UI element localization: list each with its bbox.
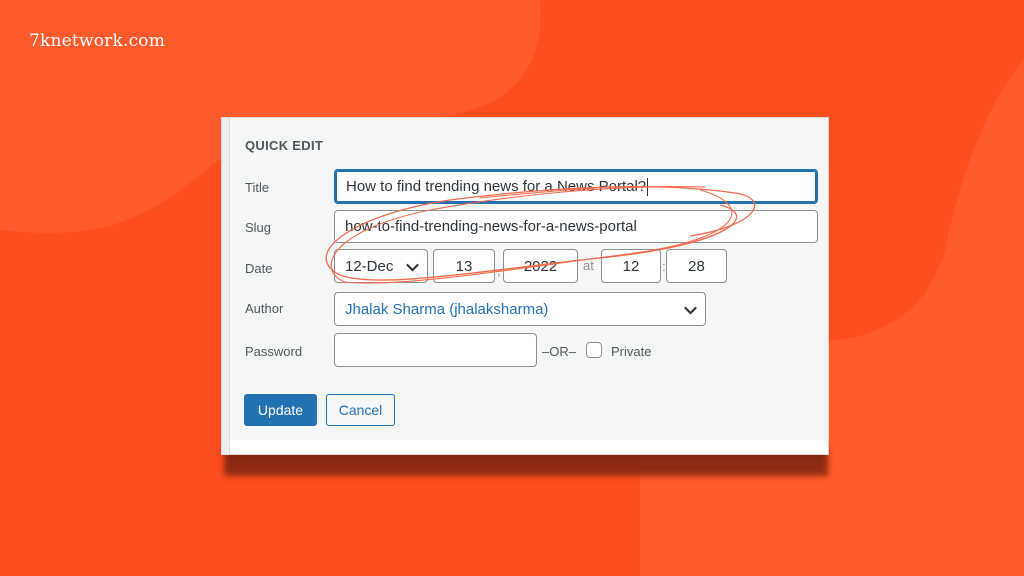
update-button[interactable]: Update — [244, 394, 317, 426]
author-label: Author — [245, 301, 284, 316]
password-input[interactable] — [334, 333, 537, 367]
author-select[interactable]: Jhalak Sharma (jhalaksharma) — [334, 292, 706, 326]
quick-edit-panel: QUICK EDIT Title How to find trending ne… — [221, 117, 829, 455]
month-value: 12-Dec — [345, 257, 394, 275]
private-label: Private — [611, 344, 652, 359]
day-separator: , — [497, 263, 501, 278]
cancel-button[interactable]: Cancel — [326, 394, 395, 426]
slug-input[interactable]: how-to-find-trending-news-for-a-news-por… — [334, 210, 818, 243]
at-label: at — [583, 258, 594, 273]
date-label: Date — [245, 261, 273, 276]
hour-input[interactable]: 12 — [601, 249, 661, 283]
minute-value: 28 — [688, 257, 705, 275]
slug-label: Slug — [245, 220, 272, 235]
private-checkbox[interactable] — [586, 342, 602, 358]
text-caret — [647, 177, 649, 196]
month-select[interactable]: 12-Dec — [334, 249, 428, 283]
title-label: Title — [245, 180, 270, 195]
title-value: How to find trending news for a News Por… — [346, 178, 647, 195]
quick-edit-heading: QUICK EDIT — [245, 138, 324, 153]
day-input[interactable]: 13 — [433, 249, 495, 283]
title-input[interactable]: How to find trending news for a News Por… — [334, 169, 818, 204]
chevron-down-icon — [684, 301, 697, 315]
slug-value: how-to-find-trending-news-for-a-news-por… — [345, 218, 637, 235]
hour-value: 12 — [622, 257, 640, 275]
password-label: Password — [245, 344, 303, 359]
or-label: –OR– — [542, 344, 576, 359]
minute-input[interactable]: 28 — [666, 249, 727, 283]
brand-logo: 7knetwork.com — [29, 31, 166, 51]
author-value: Jhalak Sharma (jhalaksharma) — [345, 300, 549, 318]
panel-left-bar — [222, 118, 230, 454]
year-value: 2022 — [523, 257, 558, 275]
chevron-down-icon — [406, 258, 419, 272]
day-value: 13 — [455, 257, 473, 275]
next-row-strip — [230, 440, 828, 454]
year-input[interactable]: 2022 — [503, 249, 578, 283]
